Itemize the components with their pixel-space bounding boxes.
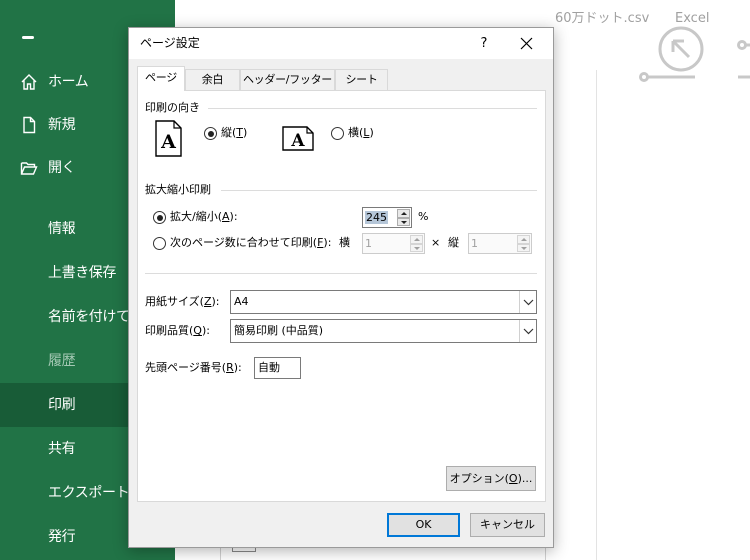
times-sign: × [431, 236, 441, 249]
sidebar-item-label: 名前を付けて [48, 309, 130, 325]
landscape-icon-letter: A [290, 131, 305, 151]
tab-panel-page: 印刷の向き A 縦(T) A 横(L) 拡大縮小印刷 拡大/縮小(A): 245 [137, 90, 546, 502]
print-preview-divider [596, 70, 597, 560]
adjust-to-radio[interactable] [153, 211, 166, 224]
options-button[interactable]: オプション(O)... [446, 466, 536, 491]
first-page-number-value: 自動 [258, 361, 280, 374]
scale-percent-value-wrap: 245 [365, 210, 388, 225]
spinner-down-icon [410, 243, 423, 252]
sidebar-item-label: 情報 [48, 221, 76, 237]
cancel-button[interactable]: キャンセル [470, 513, 545, 537]
sidebar-item-label: エクスポート [48, 485, 130, 501]
first-page-number-label: 先頭ページ番号(R): [145, 361, 242, 374]
sidebar-item-label: 履歴 [48, 353, 76, 369]
pages-wide-spinner: 1 [362, 233, 425, 254]
fit-to-label[interactable]: 次のページ数に合わせて印刷(F): [170, 236, 331, 250]
portrait-radio[interactable] [204, 127, 217, 140]
section-divider [221, 190, 537, 191]
scale-percent-spinner[interactable]: 245 [362, 207, 412, 228]
spinner-down-icon [517, 243, 530, 252]
dropdown-arrow[interactable] [519, 320, 536, 342]
spinner-up-icon[interactable] [397, 209, 410, 218]
ok-button[interactable]: OK [387, 513, 460, 537]
back-arrow-icon[interactable] [22, 36, 34, 39]
chevron-down-icon [523, 328, 534, 335]
sidebar-item-label: 発行 [48, 529, 76, 545]
paper-size-label: 用紙サイズ(Z): [145, 295, 220, 308]
dialog-title: ページ設定 [140, 36, 200, 50]
percent-unit: % [418, 210, 429, 223]
pages-wide-label: 横 [339, 236, 350, 249]
pages-tall-value: 1 [471, 237, 478, 250]
new-document-icon [23, 116, 36, 134]
sidebar-item-label: 新規 [48, 117, 76, 133]
dropdown-arrow[interactable] [519, 291, 536, 313]
sidebar-item-label: 開く [48, 160, 76, 176]
paper-size-select[interactable]: A4 [230, 290, 537, 314]
print-quality-select[interactable]: 簡易印刷 (中品質) [230, 319, 537, 343]
chevron-down-icon [523, 299, 534, 306]
dialog-title-bar[interactable]: ページ設定 ? [129, 28, 553, 59]
spinner-buttons [397, 209, 410, 226]
sidebar-item-label: 共有 [48, 441, 76, 457]
spinner-up-icon [517, 235, 530, 244]
orientation-section-label: 印刷の向き [145, 101, 200, 114]
sidebar-item-label: 印刷 [48, 397, 76, 413]
landscape-label[interactable]: 横(L) [348, 126, 374, 140]
tab-margins[interactable]: 余白 [185, 69, 240, 90]
open-folder-icon [20, 162, 38, 175]
section-divider [208, 108, 537, 109]
spinner-buttons [517, 235, 530, 252]
help-button[interactable]: ? [475, 35, 493, 52]
first-page-number-input[interactable]: 自動 [254, 357, 301, 379]
close-icon[interactable] [519, 36, 534, 51]
tab-page[interactable]: ページ [137, 66, 185, 91]
portrait-label[interactable]: 縦(T) [221, 126, 247, 140]
tab-sheet[interactable]: シート [335, 69, 388, 90]
section-divider [145, 273, 537, 274]
fit-to-radio[interactable] [153, 237, 166, 250]
spinner-buttons [410, 235, 423, 252]
tab-header-footer[interactable]: ヘッダー/フッター [240, 69, 335, 90]
print-quality-value: 簡易印刷 (中品質) [234, 324, 324, 337]
portrait-page-icon: A [155, 120, 182, 157]
page-setup-dialog: ページ設定 ? ページ 余白 ヘッダー/フッター シート 印刷の向き A 縦(T… [128, 27, 554, 548]
sidebar-item-label: ホーム [48, 74, 89, 90]
scaling-section-label: 拡大縮小印刷 [145, 183, 211, 196]
paper-size-value: A4 [234, 295, 249, 308]
background-circuit-decoration [639, 26, 750, 82]
spinner-up-icon [410, 235, 423, 244]
print-quality-label: 印刷品質(Q): [145, 324, 210, 337]
landscape-page-icon: A [282, 126, 314, 151]
home-icon [21, 74, 37, 90]
spinner-down-icon[interactable] [397, 217, 410, 226]
sidebar-item-label: 上書き保存 [48, 265, 116, 281]
adjust-to-label[interactable]: 拡大/縮小(A): [170, 210, 238, 224]
portrait-icon-letter: A [160, 131, 176, 153]
landscape-radio[interactable] [331, 127, 344, 140]
pages-wide-value: 1 [365, 237, 372, 250]
scale-percent-value[interactable]: 245 [365, 211, 388, 224]
pages-tall-spinner: 1 [468, 233, 532, 254]
pages-tall-label: 縦 [448, 236, 459, 249]
